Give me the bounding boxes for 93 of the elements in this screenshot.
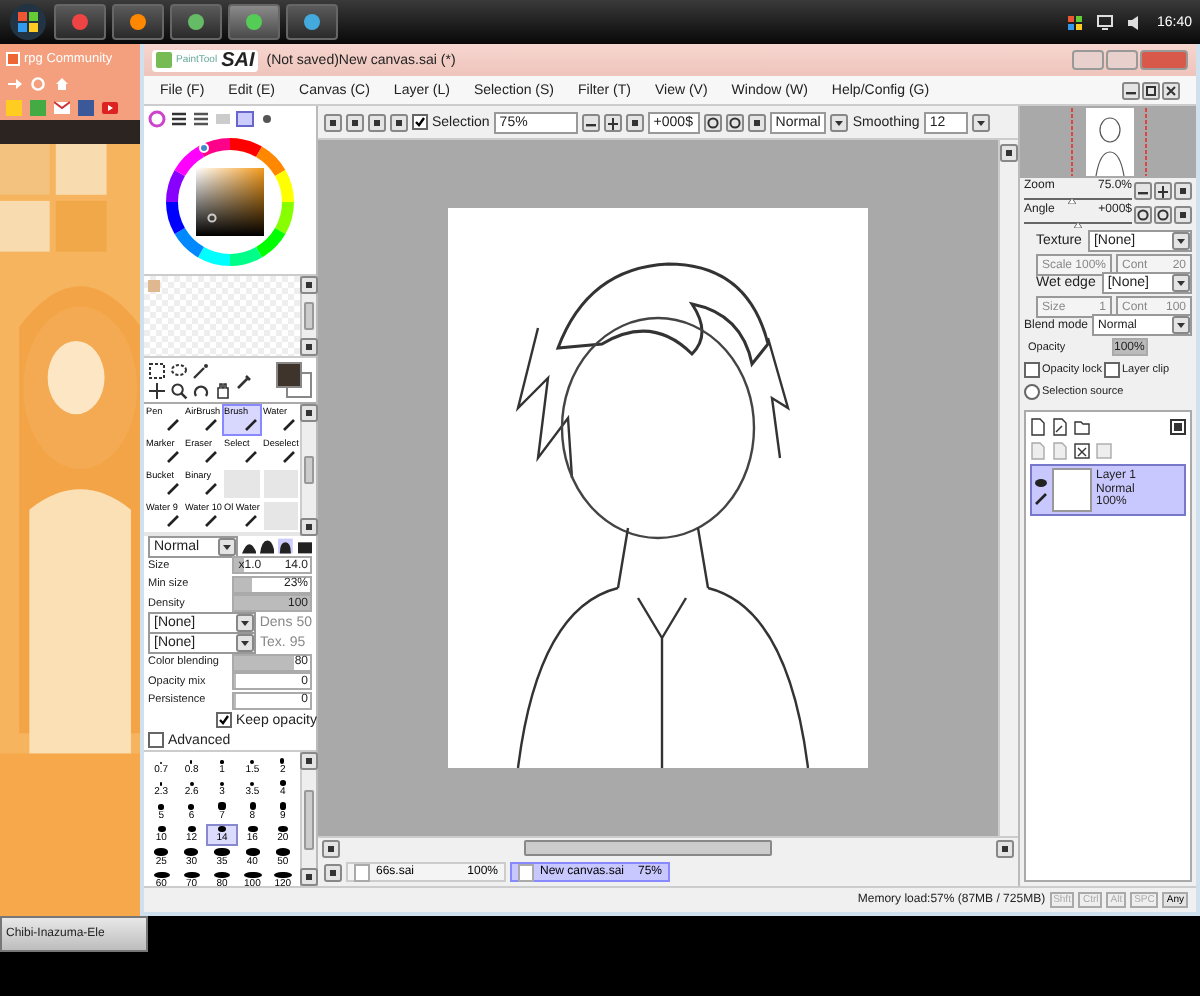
color-wheel-icon[interactable] [148, 109, 166, 127]
taskbar-button[interactable] [228, 4, 280, 40]
zoom-icon[interactable] [170, 381, 188, 399]
move-icon[interactable] [148, 381, 166, 399]
app-icon [128, 12, 148, 32]
rotate-button[interactable] [703, 113, 722, 131]
clear-icon[interactable] [1074, 441, 1090, 459]
checkbox[interactable] [1103, 361, 1120, 377]
checkbox[interactable] [148, 732, 164, 748]
scroll-down-button[interactable] [300, 868, 318, 886]
zoom-in-button[interactable] [603, 113, 622, 131]
close-button[interactable] [1162, 81, 1180, 99]
scroll-right-button[interactable] [996, 839, 1014, 857]
site-icon [6, 51, 20, 65]
color-wheel[interactable] [160, 132, 300, 272]
start-button[interactable] [8, 2, 48, 42]
dropdown-button[interactable] [1172, 316, 1190, 334]
mask-icon[interactable] [1170, 417, 1186, 435]
rotate-reset-button[interactable] [1174, 205, 1192, 223]
selection-icon[interactable] [148, 361, 166, 379]
scrollbar[interactable] [300, 276, 316, 356]
taskbar-button[interactable] [170, 4, 222, 40]
color-scratchpad[interactable] [144, 276, 300, 356]
zoom-reset-button[interactable] [1174, 181, 1192, 199]
video-icon[interactable] [102, 100, 118, 116]
rotate-reset-button[interactable] [747, 113, 766, 131]
network-icon[interactable] [1096, 13, 1115, 31]
scroll-down-button[interactable] [300, 518, 318, 536]
restore-button[interactable] [1142, 81, 1160, 99]
rgb-slider-icon[interactable] [170, 109, 188, 127]
browser-header-band [0, 120, 140, 144]
checkbox[interactable] [412, 114, 428, 130]
rotate-button[interactable] [725, 113, 744, 131]
dropdown-button[interactable] [830, 113, 849, 131]
zoom-in-button[interactable] [1154, 181, 1172, 199]
zoom-out-button[interactable] [581, 113, 600, 131]
scroll-up-button[interactable] [300, 404, 318, 422]
eyedropper-icon[interactable] [236, 371, 254, 389]
mail-icon[interactable] [54, 100, 70, 116]
tab-scroll-button[interactable] [324, 863, 342, 881]
rotate-button[interactable] [1134, 205, 1152, 223]
round-tip-icon[interactable] [241, 538, 256, 554]
dropdown-button[interactable] [1172, 274, 1190, 292]
zoom-reset-button[interactable] [625, 113, 644, 131]
taskbar-button[interactable] [112, 4, 164, 40]
scrollbar[interactable] [300, 404, 316, 536]
scratchpad-icon[interactable] [258, 109, 276, 127]
color-swatches[interactable] [276, 362, 312, 398]
taskbar-button[interactable] [286, 4, 338, 40]
app-icon [186, 12, 206, 32]
brush-icon[interactable] [1034, 491, 1048, 505]
scroll-down-button[interactable] [300, 338, 318, 356]
pen-icon [243, 512, 259, 528]
app-icon [302, 12, 322, 32]
scrollbar[interactable] [300, 752, 316, 886]
scroll-up-button[interactable] [300, 752, 318, 770]
taskbar-button[interactable] [54, 4, 106, 40]
checkbox[interactable] [1024, 361, 1040, 377]
eye-icon[interactable] [1034, 475, 1048, 489]
checkbox[interactable] [216, 712, 232, 728]
scroll-thumb[interactable] [304, 456, 314, 484]
dropdown-button[interactable] [971, 113, 990, 131]
magic-wand-icon[interactable] [192, 361, 210, 379]
block-tip-icon[interactable] [297, 538, 313, 554]
lasso-icon[interactable] [170, 361, 188, 379]
new-linework-layer-icon[interactable] [1052, 417, 1068, 435]
zoom-out-button[interactable] [1134, 181, 1152, 199]
new-layer-icon[interactable] [1030, 417, 1046, 435]
app-icon [70, 12, 90, 32]
rotate-button[interactable] [1154, 205, 1172, 223]
dropdown-button[interactable] [236, 634, 254, 652]
canvas-scroll-button[interactable] [1000, 144, 1018, 162]
folder-icon[interactable] [1074, 417, 1090, 435]
flag-icon[interactable] [1066, 13, 1085, 31]
rotate-icon[interactable] [192, 381, 210, 399]
flat-tip-icon[interactable] [259, 538, 275, 554]
dropdown-button[interactable] [1172, 232, 1190, 250]
slider-thumb[interactable] [1068, 198, 1077, 204]
scroll-up-button[interactable] [300, 276, 318, 294]
layer-thumbnail [1052, 468, 1092, 512]
minimize-button[interactable] [1122, 81, 1140, 99]
slider-thumb[interactable] [1074, 222, 1082, 228]
app-icon [244, 12, 264, 32]
scroll-left-button[interactable] [322, 839, 340, 857]
square-tip-icon[interactable] [278, 538, 294, 554]
dropdown-button[interactable] [235, 614, 254, 632]
swatches-icon[interactable] [236, 109, 254, 127]
hsv-slider-icon[interactable] [192, 109, 210, 127]
scroll-thumb[interactable] [524, 840, 772, 856]
radio-button[interactable] [1024, 383, 1040, 399]
scroll-thumb[interactable] [304, 789, 314, 849]
scroll-thumb[interactable] [304, 302, 314, 330]
dropdown-button[interactable] [217, 537, 236, 555]
